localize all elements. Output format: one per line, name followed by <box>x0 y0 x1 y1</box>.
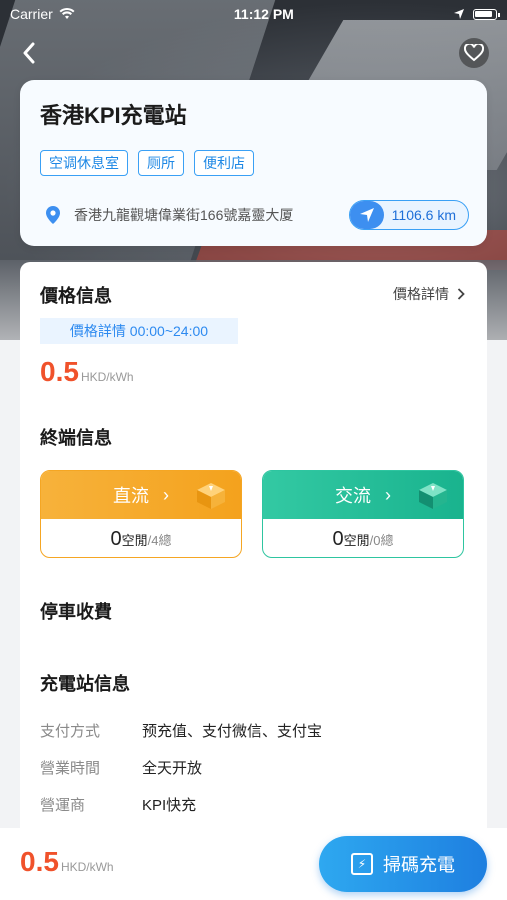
station-address: 香港九龍觀塘偉業街166號嘉靈大厦 <box>74 207 294 223</box>
scan-to-charge-button[interactable]: ⚡ 掃碼充電 <box>319 836 487 892</box>
price-detail-label: 價格詳情 <box>393 286 449 302</box>
carrier-label: Carrier <box>10 6 53 22</box>
back-button[interactable] <box>14 38 44 68</box>
amenity-tag: 厕所 <box>138 150 184 176</box>
bottom-price-value: 0.5 <box>20 846 59 877</box>
details-card: 價格信息 價格詳情 價格詳情 00:00~24:00 0.5 HKD/kWh 終… <box>20 262 487 828</box>
amenity-tag: 空调休息室 <box>40 150 128 176</box>
navigate-button[interactable]: 1106.6 km <box>348 200 469 230</box>
ac-terminal-card[interactable]: 交流 › 0 空閒 /0總 <box>262 470 464 558</box>
ac-free-count: 0 <box>332 527 344 550</box>
wifi-icon <box>59 8 75 19</box>
charger-box-icon <box>419 483 447 509</box>
price-row: 0.5 HKD/kWh <box>40 358 134 386</box>
clock: 11:12 PM <box>233 6 294 22</box>
chevron-right-icon: › <box>385 484 391 505</box>
station-info-title: 充電站信息 <box>40 674 130 694</box>
info-key: 支付方式 <box>40 723 101 740</box>
info-row-hours: 營業時間 全天开放 <box>40 757 202 778</box>
battery-icon <box>473 8 500 20</box>
info-key: 營運商 <box>40 797 86 814</box>
price-unit: HKD/kWh <box>80 370 134 384</box>
ac-label: 交流 <box>335 486 371 506</box>
info-row-operator: 營運商 KPI快充 <box>40 794 196 815</box>
price-detail-link[interactable]: 價格詳情 <box>393 284 465 304</box>
bottom-bar: 0.5 HKD/kWh ⚡ 掃碼充電 <box>0 828 507 900</box>
status-bar: Carrier 11:12 PM <box>0 0 507 28</box>
charge-bolt-icon: ⚡ <box>351 853 373 875</box>
distance-label: 1106.6 km <box>391 207 456 223</box>
dc-total-label: /4總 <box>147 532 172 548</box>
time-badge: 價格詳情 00:00~24:00 <box>40 318 238 344</box>
scan-label: 掃碼充電 <box>383 855 455 875</box>
heart-icon <box>464 44 484 62</box>
dc-free-count: 0 <box>110 527 122 550</box>
info-value: KPI快充 <box>142 797 197 814</box>
parking-title: 停車收費 <box>40 602 112 622</box>
amenity-tags: 空调休息室 厕所 便利店 <box>40 150 467 176</box>
chevron-right-icon <box>457 288 465 300</box>
ac-free-label: 空閒 <box>343 532 370 548</box>
terminal-info-title: 終端信息 <box>40 428 112 448</box>
bottom-price: 0.5 HKD/kWh <box>20 848 114 876</box>
chevron-left-icon <box>23 42 35 64</box>
address-row: 香港九龍觀塘偉業街166號嘉靈大厦 1106.6 km <box>46 200 469 230</box>
info-value: 全天开放 <box>142 760 203 777</box>
navigation-arrow-icon <box>349 201 384 229</box>
info-row-payment: 支付方式 预充值、支付微信、支付宝 <box>40 720 322 741</box>
info-key: 營業時間 <box>40 760 101 777</box>
map-pin-icon <box>46 206 60 224</box>
price-value: 0.5 <box>40 356 79 387</box>
chevron-right-icon: › <box>163 484 169 505</box>
dc-free-label: 空閒 <box>121 532 148 548</box>
price-info-title: 價格信息 <box>40 286 112 306</box>
station-card: 香港KPI充電站 空调休息室 厕所 便利店 香港九龍觀塘偉業街166號嘉靈大厦 … <box>20 80 487 246</box>
bottom-price-unit: HKD/kWh <box>60 860 114 874</box>
amenity-tag: 便利店 <box>194 150 254 176</box>
station-name: 香港KPI充電站 <box>40 103 187 128</box>
ac-total-label: /0總 <box>369 532 394 548</box>
dc-terminal-card[interactable]: 直流 › 0 空閒 /4總 <box>40 470 242 558</box>
info-value: 预充值、支付微信、支付宝 <box>142 723 323 740</box>
dc-label: 直流 <box>113 486 149 506</box>
charger-box-icon <box>197 483 225 509</box>
favorite-button[interactable] <box>459 38 489 68</box>
location-arrow-icon <box>454 9 464 19</box>
